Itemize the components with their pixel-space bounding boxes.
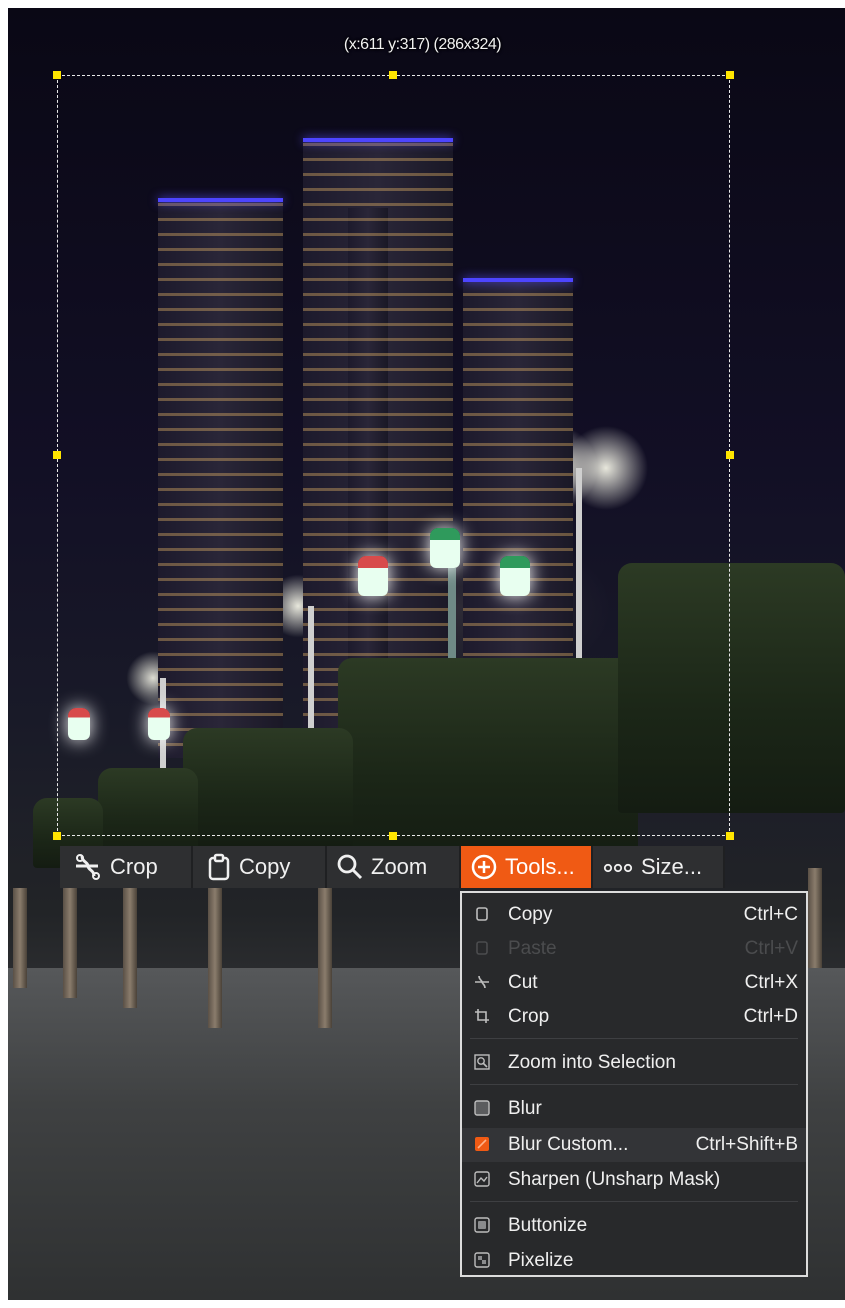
tree-trunk (318, 888, 332, 1028)
more-dots-icon (603, 863, 633, 873)
tools-button-label: Tools... (505, 854, 575, 879)
search-icon (337, 854, 363, 880)
copy-button-label: Copy (239, 854, 291, 879)
add-circle-icon (471, 854, 497, 880)
menu-item-pixelize[interactable]: Pixelize (462, 1244, 806, 1278)
menu-item-sharpen[interactable]: Sharpen (Unsharp Mask) (462, 1163, 806, 1197)
selection-rectangle[interactable] (57, 75, 730, 836)
menu-item-label: Crop (508, 1006, 550, 1027)
menu-item-shortcut: Ctrl+C (743, 904, 798, 925)
menu-item-shortcut: Ctrl+Shift+B (695, 1134, 798, 1155)
selection-readout: (x:611 y:317) (286x324) (343, 36, 502, 53)
menu-item-label: Sharpen (Unsharp Mask) (508, 1169, 721, 1190)
menu-item-label: Copy (508, 904, 553, 925)
buttonize-icon (474, 1217, 490, 1233)
size-button-label: Size... (641, 854, 703, 879)
clipboard-icon (208, 853, 230, 881)
selection-handle-bottom-left[interactable] (53, 832, 61, 840)
tree-trunk (208, 888, 222, 1028)
menu-separator (470, 1038, 798, 1039)
blur-icon (474, 1100, 490, 1116)
menu-item-buttonize[interactable]: Buttonize (462, 1209, 806, 1243)
menu-item-label: Blur (508, 1098, 542, 1119)
tools-button[interactable]: Tools... (461, 846, 593, 888)
selection-toolbar: Crop Copy Zoom Tools... Size... (60, 846, 725, 888)
menu-separator (470, 1084, 798, 1085)
blur-custom-icon (475, 1137, 489, 1151)
crop-icon (475, 1009, 489, 1023)
tree-trunk (13, 888, 27, 988)
menu-item-label: Blur Custom... (508, 1134, 629, 1155)
menu-item-label: Buttonize (508, 1215, 588, 1236)
menu-item-crop[interactable]: Crop Ctrl+D (462, 1000, 806, 1034)
menu-item-shortcut: Ctrl+V (744, 938, 798, 959)
copy-icon (476, 907, 488, 921)
tools-menu: Copy Ctrl+C Paste Ctrl+V Cut Ctrl+X Crop… (460, 891, 808, 1277)
zoom-button[interactable]: Zoom (327, 846, 461, 888)
menu-item-label: Pixelize (508, 1250, 574, 1271)
selection-handle-top-right[interactable] (726, 71, 734, 79)
menu-item-shortcut: Ctrl+D (743, 1006, 798, 1027)
tree-trunk (123, 888, 137, 1008)
crop-button[interactable]: Crop (60, 846, 193, 888)
crop-button-label: Crop (110, 854, 158, 879)
crop-icon (76, 854, 100, 880)
menu-item-cut[interactable]: Cut Ctrl+X (462, 966, 806, 1000)
selection-handle-right[interactable] (726, 451, 734, 459)
sharpen-icon (474, 1171, 490, 1187)
menu-item-label: Paste (508, 938, 557, 959)
pixelize-icon (474, 1252, 490, 1268)
zoom-button-label: Zoom (371, 854, 428, 879)
menu-item-paste[interactable]: Paste Ctrl+V (462, 932, 806, 966)
menu-item-label: Zoom into Selection (508, 1052, 676, 1073)
size-button[interactable]: Size... (593, 846, 725, 888)
copy-button[interactable]: Copy (193, 846, 327, 888)
selection-handle-top[interactable] (389, 71, 397, 79)
menu-item-blur[interactable]: Blur (462, 1092, 806, 1126)
menu-separator (470, 1201, 798, 1202)
zoom-selection-icon (474, 1054, 490, 1070)
menu-item-shortcut: Ctrl+X (744, 972, 798, 993)
selection-handle-bottom[interactable] (389, 832, 397, 840)
paste-icon (476, 941, 488, 955)
selection-handle-left[interactable] (53, 451, 61, 459)
tree-trunk (808, 868, 822, 968)
selection-handle-top-left[interactable] (53, 71, 61, 79)
cut-icon (475, 975, 489, 989)
menu-item-zoom-into-selection[interactable]: Zoom into Selection (462, 1046, 806, 1080)
menu-item-blur-custom[interactable]: Blur Custom... Ctrl+Shift+B (462, 1128, 806, 1162)
menu-item-copy[interactable]: Copy Ctrl+C (462, 898, 806, 932)
selection-handle-bottom-right[interactable] (726, 832, 734, 840)
menu-item-label: Cut (508, 972, 538, 993)
tree-trunk (63, 888, 77, 998)
